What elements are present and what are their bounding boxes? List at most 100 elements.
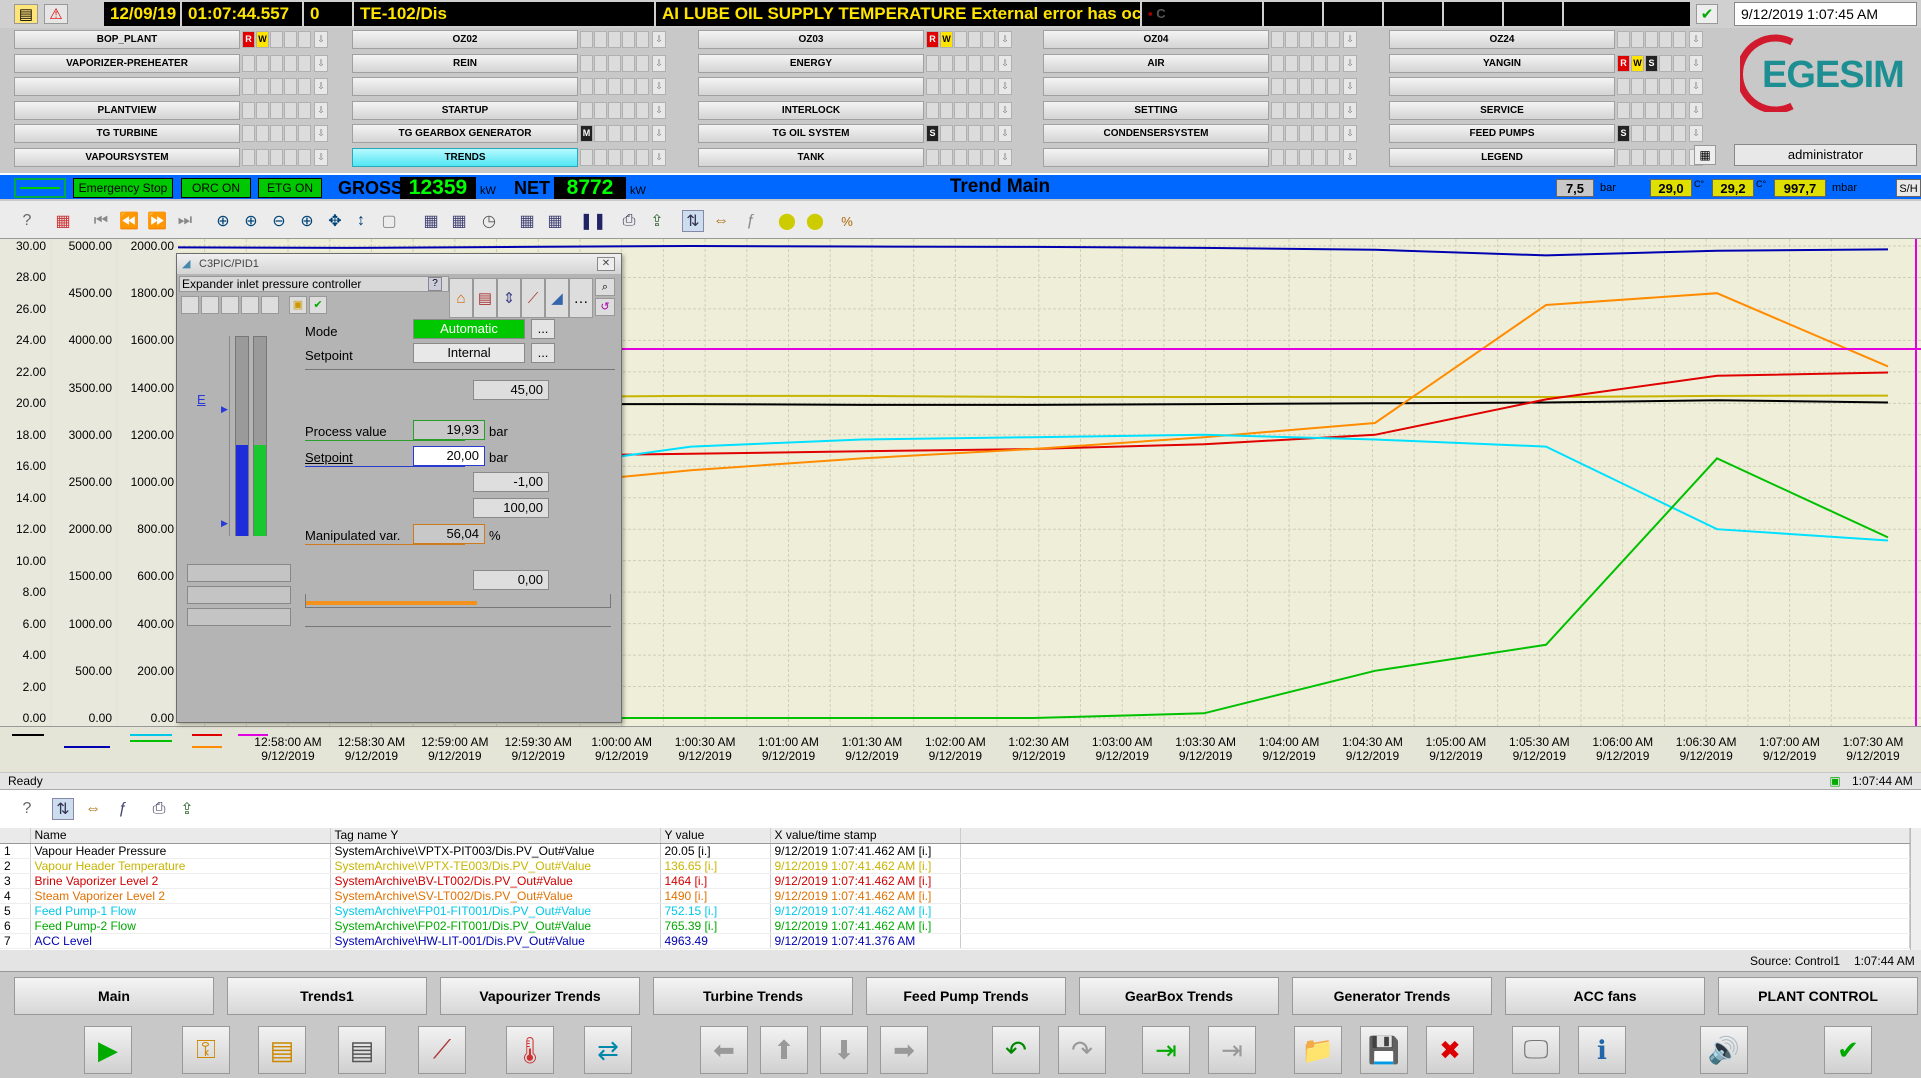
table-row[interactable]: 2 Vapour Header Temperature SystemArchive\… bbox=[0, 858, 1910, 874]
tab-trends1[interactable]: Trends1 bbox=[227, 977, 427, 1015]
table-row[interactable]: 1 Vapour Header Pressure SystemArchive\VPT… bbox=[0, 843, 1910, 859]
transfer-icon[interactable]: ⇄ bbox=[584, 1026, 632, 1074]
info-icon[interactable]: ℹ bbox=[1578, 1026, 1626, 1074]
export-icon[interactable]: ⇪ bbox=[646, 210, 668, 232]
original-view-icon[interactable]: ▢ bbox=[378, 210, 400, 232]
nav-service-button[interactable]: SERVICE bbox=[1389, 101, 1615, 120]
expand-arrow-icon[interactable]: ⇩ bbox=[314, 55, 328, 72]
open-folder-icon[interactable]: 📁 bbox=[1294, 1026, 1342, 1074]
check-icon[interactable]: ✔ bbox=[309, 296, 327, 314]
nav-tg-oil-system-button[interactable]: TG OIL SYSTEM bbox=[698, 124, 924, 143]
table-row[interactable]: 4 Steam Vaporizer Level 2 SystemArchive\SV… bbox=[0, 888, 1910, 904]
emergency-stop-indicator[interactable]: Emergency Stop bbox=[73, 178, 173, 198]
screen-icon[interactable]: 🖵 bbox=[1512, 1026, 1560, 1074]
faceplate-search-icon[interactable]: ⌕ bbox=[595, 278, 615, 296]
arrow-right-icon[interactable]: ➡ bbox=[880, 1026, 928, 1074]
mini-btn-4[interactable] bbox=[241, 296, 259, 314]
faceplate-more-icon[interactable]: … bbox=[569, 278, 593, 318]
expand-arrow-icon[interactable]: ⇩ bbox=[998, 55, 1012, 72]
expand-arrow-icon[interactable]: ⇩ bbox=[652, 55, 666, 72]
table-row[interactable]: 5 Feed Pump-1 Flow SystemArchive\FP01-FIT0… bbox=[0, 903, 1910, 919]
expand-arrow-icon[interactable]: ⇩ bbox=[1689, 78, 1703, 95]
expand-arrow-icon[interactable]: ⇩ bbox=[652, 125, 666, 142]
statistics-icon[interactable]: ▦ bbox=[544, 210, 566, 232]
mode-value[interactable]: Automatic bbox=[413, 319, 525, 339]
column-header[interactable]: Tag name Y bbox=[330, 828, 661, 844]
sh-button[interactable]: S/H bbox=[1896, 179, 1921, 197]
mini-btn-5[interactable] bbox=[261, 296, 279, 314]
nav-trends-button[interactable]: TRENDS bbox=[352, 148, 578, 167]
add-archive-icon[interactable]: ⬤ bbox=[776, 210, 798, 232]
nav-rein-button[interactable]: REIN bbox=[352, 54, 578, 73]
setpoint-source-value[interactable]: Internal bbox=[413, 343, 525, 363]
tab-gearbox-trends[interactable]: GearBox Trends bbox=[1079, 977, 1279, 1015]
expand-arrow-icon[interactable]: ⇩ bbox=[314, 102, 328, 119]
configure-icon[interactable]: ▦ bbox=[52, 210, 74, 232]
login-icon[interactable]: ⇥ bbox=[1142, 1026, 1190, 1074]
expand-arrow-icon[interactable]: ⇩ bbox=[998, 102, 1012, 119]
thermometer-icon[interactable]: 🌡 bbox=[506, 1026, 554, 1074]
expand-arrow-icon[interactable]: ⇩ bbox=[1689, 125, 1703, 142]
tab-feed-pump-trends[interactable]: Feed Pump Trends bbox=[866, 977, 1066, 1015]
table-function-icon[interactable]: ƒ bbox=[112, 798, 134, 820]
expand-arrow-icon[interactable]: ⇩ bbox=[1343, 125, 1357, 142]
nav-oz24-button[interactable]: OZ24 bbox=[1389, 30, 1615, 49]
tab-main[interactable]: Main bbox=[14, 977, 214, 1015]
expand-arrow-icon[interactable]: ⇩ bbox=[314, 149, 328, 166]
zoom-in-icon[interactable]: ⊕ bbox=[240, 210, 262, 232]
save-icon[interactable]: 💾 bbox=[1360, 1026, 1408, 1074]
help-icon[interactable]: ? bbox=[16, 210, 38, 232]
ruler-active-icon[interactable]: ⇅ bbox=[682, 210, 704, 232]
expand-arrow-icon[interactable]: ⇩ bbox=[652, 31, 666, 48]
nav-yangin-button[interactable]: YANGIN bbox=[1389, 54, 1615, 73]
table-row[interactable]: 3 Brine Vaporizer Level 2 SystemArchive\BV… bbox=[0, 873, 1910, 889]
mini-btn-2[interactable] bbox=[201, 296, 219, 314]
print-icon[interactable]: ⎙ bbox=[618, 210, 640, 232]
setpoint-select-button[interactable]: ... bbox=[531, 343, 555, 363]
last-icon[interactable]: ⏭ bbox=[174, 210, 196, 232]
nav-empty-col5-2-button[interactable] bbox=[1389, 77, 1615, 96]
expand-arrow-icon[interactable]: ⇩ bbox=[998, 78, 1012, 95]
expand-arrow-icon[interactable]: ⇩ bbox=[314, 31, 328, 48]
nav-empty-col3-2-button[interactable] bbox=[698, 77, 924, 96]
acknowledge-all-icon[interactable]: ✔ bbox=[1824, 1026, 1872, 1074]
sound-icon[interactable]: 🔊 bbox=[1700, 1026, 1748, 1074]
tab-acc-fans[interactable]: ACC fans bbox=[1505, 977, 1705, 1015]
column-header[interactable]: Name bbox=[30, 828, 331, 844]
faceplate-parameters-icon[interactable]: ▤ bbox=[473, 278, 497, 318]
dialog-titlebar[interactable]: ◢ C3PIC/PID1 ✕ bbox=[177, 254, 621, 274]
acknowledge-icon[interactable]: ✔ bbox=[1696, 4, 1718, 24]
zoom-out-icon[interactable]: ⊖ bbox=[268, 210, 290, 232]
nav-empty-col1-2-button[interactable] bbox=[14, 77, 240, 96]
etg-on-indicator[interactable]: ETG ON bbox=[258, 178, 322, 198]
nav-startup-button[interactable]: STARTUP bbox=[352, 101, 578, 120]
table-export-icon[interactable]: ⇪ bbox=[176, 798, 198, 820]
user-name[interactable]: administrator bbox=[1734, 144, 1917, 166]
move-axis-icon[interactable]: ↕ bbox=[350, 210, 372, 232]
nav-oz03-button[interactable]: OZ03 bbox=[698, 30, 924, 49]
notepad-icon[interactable]: ▤ bbox=[258, 1026, 306, 1074]
table-scrollbar[interactable] bbox=[1910, 828, 1921, 950]
ruler-icon[interactable]: ▦ bbox=[516, 210, 538, 232]
tab-plant-control[interactable]: PLANT CONTROL bbox=[1718, 977, 1918, 1015]
alarm-warning-icon[interactable]: ⚠ bbox=[44, 4, 68, 24]
mv-slider-track[interactable] bbox=[305, 594, 611, 608]
close-button[interactable]: ✕ bbox=[597, 257, 615, 271]
select-time-icon[interactable]: ▦ bbox=[448, 210, 470, 232]
faceplate-home-icon[interactable]: ⌂ bbox=[449, 278, 473, 318]
expand-arrow-icon[interactable]: ⇩ bbox=[998, 31, 1012, 48]
faceplate-trend-icon[interactable]: ⟋ bbox=[521, 278, 545, 318]
nav-oz02-button[interactable]: OZ02 bbox=[352, 30, 578, 49]
nav-setting-button[interactable]: SETTING bbox=[1043, 101, 1269, 120]
nav-vapoursystem-button[interactable]: VAPOURSYSTEM bbox=[14, 148, 240, 167]
keys-icon[interactable]: ⚿ bbox=[182, 1026, 230, 1074]
dialog-help-icon[interactable]: ? bbox=[428, 277, 442, 291]
select-data-icon[interactable]: ▦ bbox=[420, 210, 442, 232]
nav-condensersystem-button[interactable]: CONDENSERSYSTEM bbox=[1043, 124, 1269, 143]
report-icon[interactable]: ▤ bbox=[338, 1026, 386, 1074]
next-icon[interactable]: ⏩ bbox=[146, 210, 168, 232]
expand-arrow-icon[interactable]: ⇩ bbox=[652, 102, 666, 119]
expand-arrow-icon[interactable]: ⇩ bbox=[652, 149, 666, 166]
redo-icon[interactable]: ↷ bbox=[1058, 1026, 1106, 1074]
nav-empty-col2-2-button[interactable] bbox=[352, 77, 578, 96]
